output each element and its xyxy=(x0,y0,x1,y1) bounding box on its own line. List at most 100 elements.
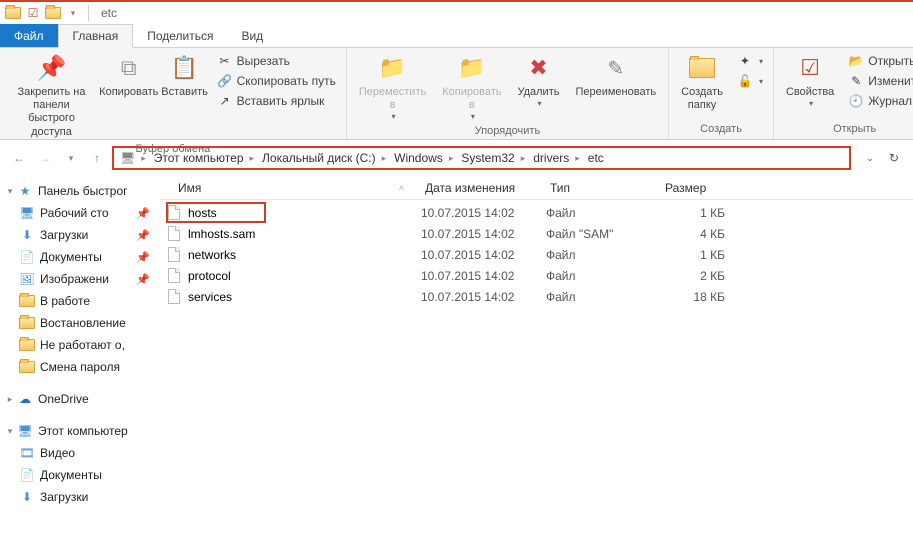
breadcrumb-item[interactable]: Локальный диск (C:)▸ xyxy=(258,151,390,165)
tab-share[interactable]: Поделиться xyxy=(133,24,227,47)
delete-button[interactable]: ✖ Удалить▾ xyxy=(511,50,565,110)
nav-pc-item[interactable]: 🎞Видео xyxy=(0,442,160,464)
file-row[interactable]: services10.07.2015 14:02Файл18 КБ xyxy=(160,286,913,307)
address-bar[interactable]: 🖥▸ Этот компьютер▸ Локальный диск (C:)▸ … xyxy=(112,146,851,170)
shortcut-icon: ↗ xyxy=(217,93,233,109)
rename-icon: ✎ xyxy=(600,52,632,84)
nav-pc-item[interactable]: 📄Документы xyxy=(0,464,160,486)
desktop-icon: 🖥 xyxy=(18,204,36,222)
easy-access-button[interactable]: 🔓▾ xyxy=(733,72,767,90)
nav-quick-item[interactable]: 🖥Рабочий сто📌 xyxy=(0,202,160,224)
edit-icon: ✎ xyxy=(848,73,864,89)
nav-onedrive[interactable]: ▸☁ OneDrive xyxy=(0,388,160,410)
nav-this-pc[interactable]: ▾🖥 Этот компьютер xyxy=(0,420,160,442)
ribbon-tabs: Файл Главная Поделиться Вид xyxy=(0,24,913,48)
history-button[interactable]: 🕘Журнал xyxy=(844,92,913,110)
file-row[interactable]: protocol10.07.2015 14:02Файл2 КБ xyxy=(160,265,913,286)
ribbon: 📌 Закрепить на панели быстрого доступа ⧉… xyxy=(0,48,913,140)
qat-customize-icon[interactable]: ▾ xyxy=(64,4,82,22)
group-label: Открыть xyxy=(780,121,913,137)
pin-icon: 📌 xyxy=(136,251,156,264)
column-header-size[interactable]: Размер xyxy=(655,176,725,199)
file-date: 10.07.2015 14:02 xyxy=(421,269,546,283)
pc-icon: 🖥 xyxy=(16,422,34,440)
paste-button[interactable]: 📋 Вставить xyxy=(161,50,209,101)
breadcrumb-item[interactable]: Windows▸ xyxy=(390,151,457,165)
copy-to-button[interactable]: 📁 Копировать в▾ xyxy=(436,50,507,123)
move-to-button[interactable]: 📁 Переместить в▾ xyxy=(353,50,432,123)
pin-to-quick-access-button[interactable]: 📌 Закрепить на панели быстрого доступа xyxy=(6,50,97,141)
history-icon: 🕘 xyxy=(848,93,864,109)
new-item-button[interactable]: ✦▾ xyxy=(733,52,767,70)
cloud-icon: ☁ xyxy=(16,390,34,408)
nav-quick-item[interactable]: 📄Документы📌 xyxy=(0,246,160,268)
nav-quick-item[interactable]: ⬇Загрузки📌 xyxy=(0,224,160,246)
separator xyxy=(88,5,89,21)
copy-path-button[interactable]: 🔗Скопировать путь xyxy=(213,72,340,90)
back-button[interactable]: ← xyxy=(8,147,30,169)
qat-properties-icon[interactable]: ☑ xyxy=(24,4,42,22)
file-size: 1 КБ xyxy=(661,248,731,262)
tab-home[interactable]: Главная xyxy=(58,24,134,48)
file-type: Файл xyxy=(546,269,661,283)
copy-to-icon: 📁 xyxy=(456,52,488,84)
new-folder-button[interactable]: Создать папку xyxy=(675,50,729,114)
file-size: 4 КБ xyxy=(661,227,731,241)
content-area: ▾★ Панель быстрог 🖥Рабочий сто📌⬇Загрузки… xyxy=(0,176,913,539)
file-date: 10.07.2015 14:02 xyxy=(421,227,546,241)
file-row[interactable]: networks10.07.2015 14:02Файл1 КБ xyxy=(160,244,913,265)
nav-quick-item[interactable]: В работе xyxy=(0,290,160,312)
pin-icon: 📌 xyxy=(136,273,156,286)
tab-view[interactable]: Вид xyxy=(227,24,277,47)
file-name: protocol xyxy=(188,269,231,283)
navigation-pane: ▾★ Панель быстрог 🖥Рабочий сто📌⬇Загрузки… xyxy=(0,176,160,539)
column-header-type[interactable]: Тип xyxy=(540,176,655,199)
file-date: 10.07.2015 14:02 xyxy=(421,206,546,220)
column-headers: Имя˄ Дата изменения Тип Размер xyxy=(160,176,913,200)
group-label: Создать xyxy=(675,121,767,137)
open-button[interactable]: 📂Открыть▾ xyxy=(844,52,913,70)
folder-icon xyxy=(18,314,36,332)
file-type: Файл xyxy=(546,248,661,262)
refresh-button[interactable]: ↻ xyxy=(883,147,905,169)
nav-quick-item[interactable]: Не работают о, xyxy=(0,334,160,356)
copy-button[interactable]: ⧉ Копировать xyxy=(101,50,157,101)
ribbon-group-open: ☑ Свойства▾ 📂Открыть▾ ✎Изменить 🕘Журнал … xyxy=(774,48,913,139)
nav-pc-item[interactable]: ⬇Загрузки xyxy=(0,486,160,508)
address-dropdown-button[interactable]: ⌄ xyxy=(859,147,881,169)
forward-button[interactable]: → xyxy=(34,147,56,169)
breadcrumb-item[interactable]: etc xyxy=(584,151,608,165)
breadcrumb-item[interactable]: Этот компьютер▸ xyxy=(150,151,258,165)
qat-new-folder-icon[interactable] xyxy=(44,4,62,22)
nav-quick-access[interactable]: ▾★ Панель быстрог xyxy=(0,180,160,202)
downloads-icon: ⬇ xyxy=(18,488,36,506)
nav-quick-item[interactable]: Востановление xyxy=(0,312,160,334)
breadcrumb-item[interactable]: System32▸ xyxy=(457,151,529,165)
rename-button[interactable]: ✎ Переименовать xyxy=(569,50,662,101)
cut-button[interactable]: ✂Вырезать xyxy=(213,52,340,70)
paste-shortcut-button[interactable]: ↗Вставить ярлык xyxy=(213,92,340,110)
star-icon: ★ xyxy=(16,182,34,200)
up-button[interactable]: ↑ xyxy=(86,147,108,169)
file-icon xyxy=(166,205,182,221)
ribbon-group-organize: 📁 Переместить в▾ 📁 Копировать в▾ ✖ Удали… xyxy=(347,48,669,139)
file-name: networks xyxy=(188,248,236,262)
file-row[interactable]: lmhosts.sam10.07.2015 14:02Файл "SAM"4 К… xyxy=(160,223,913,244)
file-type: Файл xyxy=(546,206,661,220)
breadcrumb-item[interactable]: drivers▸ xyxy=(529,151,584,165)
edit-button[interactable]: ✎Изменить xyxy=(844,72,913,90)
column-header-name[interactable]: Имя˄ xyxy=(160,176,415,199)
nav-quick-item[interactable]: 🖼Изображени📌 xyxy=(0,268,160,290)
new-folder-icon xyxy=(686,52,718,84)
column-header-date[interactable]: Дата изменения xyxy=(415,176,540,199)
file-type: Файл xyxy=(546,290,661,304)
breadcrumb-root-icon[interactable]: 🖥▸ xyxy=(116,151,150,165)
file-row[interactable]: hosts10.07.2015 14:02Файл1 КБ xyxy=(160,202,913,223)
copy-icon: ⧉ xyxy=(113,52,145,84)
file-name: hosts xyxy=(188,206,217,220)
properties-button[interactable]: ☑ Свойства▾ xyxy=(780,50,840,110)
nav-quick-item[interactable]: Смена пароля xyxy=(0,356,160,378)
tab-file[interactable]: Файл xyxy=(0,24,58,47)
move-icon: 📁 xyxy=(377,52,409,84)
recent-locations-button[interactable]: ▾ xyxy=(60,147,82,169)
